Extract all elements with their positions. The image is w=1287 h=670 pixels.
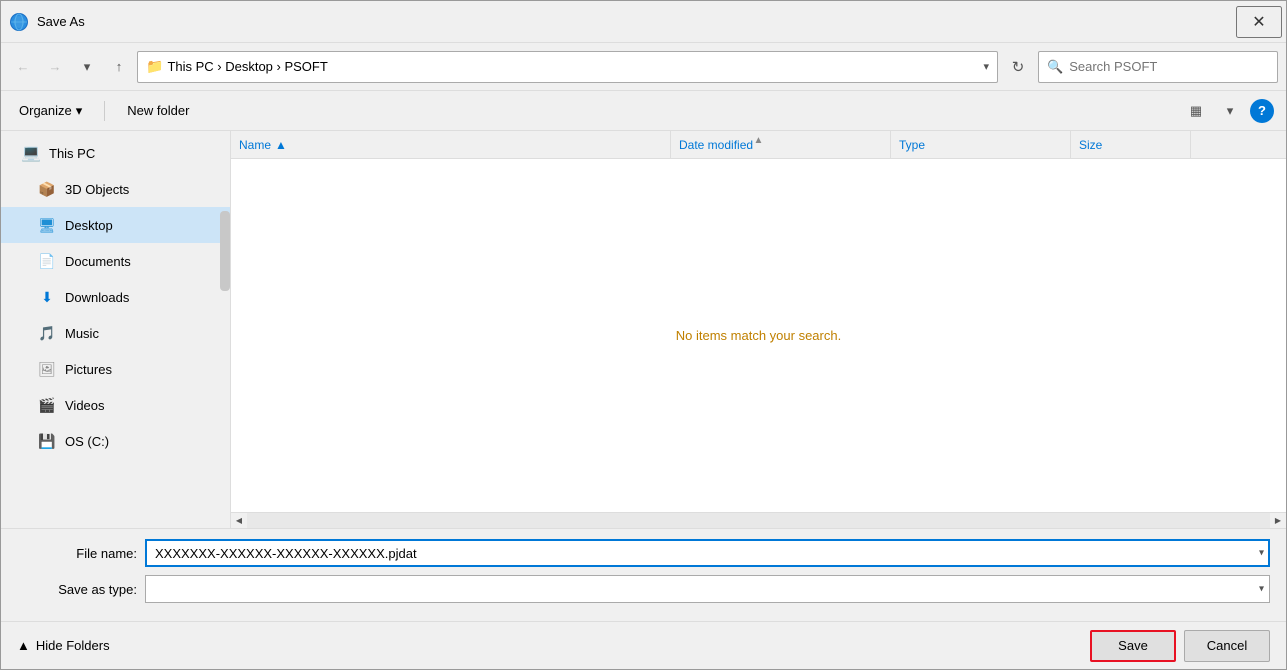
save-as-type-label: Save as type:	[17, 582, 137, 597]
toolbar: Organize ▾ New folder ▦ ▾ ?	[1, 91, 1286, 131]
file-name-container: ▾	[145, 539, 1270, 567]
sidebar-item-music[interactable]: 🎵 Music	[1, 315, 230, 351]
folder-icon: 📁	[146, 58, 163, 75]
horizontal-scrollbar[interactable]: ◀ ▶	[231, 512, 1286, 528]
scrollbar-track[interactable]	[247, 513, 1270, 528]
footer-buttons: Save Cancel	[1090, 630, 1270, 662]
footer: ▲ Hide Folders Save Cancel	[1, 621, 1286, 669]
file-name-input[interactable]	[145, 539, 1270, 567]
sidebar-item-this-pc[interactable]: 💻 This PC	[1, 135, 230, 171]
file-name-row: File name: ▾	[17, 539, 1270, 567]
col-date-label: Date modified	[679, 138, 753, 152]
address-bar[interactable]: 📁 This PC › Desktop › PSOFT ▾	[137, 51, 998, 83]
save-button[interactable]: Save	[1090, 630, 1176, 662]
empty-message: No items match your search.	[676, 328, 841, 343]
new-folder-button[interactable]: New folder	[121, 99, 195, 122]
view-chevron: ▾	[1227, 103, 1234, 119]
back-button[interactable]: ←	[9, 53, 37, 81]
search-input[interactable]	[1069, 59, 1269, 74]
dialog-title: Save As	[37, 14, 1236, 29]
sidebar-label-pictures: Pictures	[65, 362, 112, 377]
save-as-type-container: ▾	[145, 575, 1270, 603]
sidebar-label-this-pc: This PC	[49, 146, 95, 161]
up-button[interactable]: ↑	[105, 53, 133, 81]
bottom-section: File name: ▾ Save as type: ▾	[1, 528, 1286, 621]
sidebar-item-videos[interactable]: 🎬 Videos	[1, 387, 230, 423]
col-name-label: Name	[239, 138, 271, 152]
videos-icon: 🎬	[37, 395, 57, 415]
col-header-name[interactable]: Name ▲	[231, 131, 671, 158]
organize-label: Organize	[19, 103, 72, 118]
scrollbar-right-arrow[interactable]: ▶	[1270, 513, 1286, 529]
col-type-label: Type	[899, 138, 925, 152]
toolbar-separator	[104, 101, 105, 121]
address-path: This PC › Desktop › PSOFT	[167, 59, 979, 74]
view-chevron-button[interactable]: ▾	[1216, 97, 1244, 125]
3d-objects-icon: 📦	[37, 179, 57, 199]
hide-folders-button[interactable]: ▲ Hide Folders	[17, 638, 110, 653]
organize-button[interactable]: Organize ▾	[13, 99, 88, 123]
downloads-icon: ⬇	[37, 287, 57, 307]
sidebar-item-downloads[interactable]: ⬇ Downloads	[1, 279, 230, 315]
sidebar-item-pictures[interactable]: 🖼 Pictures	[1, 351, 230, 387]
search-icon: 🔍	[1047, 59, 1063, 75]
organize-chevron: ▾	[76, 103, 83, 119]
save-as-type-select[interactable]	[145, 575, 1270, 603]
os-c-icon: 💾	[37, 431, 57, 451]
file-list-header: ▲ Name ▲ Date modified Type Size	[231, 131, 1286, 159]
desktop-icon: 🖥	[37, 215, 57, 235]
sidebar-item-documents[interactable]: 📄 Documents	[1, 243, 230, 279]
scrollbar-left-arrow[interactable]: ◀	[231, 513, 247, 529]
view-icon: ▦	[1190, 103, 1202, 119]
forward-button[interactable]: →	[41, 53, 69, 81]
sidebar-item-desktop[interactable]: 🖥 Desktop	[1, 207, 230, 243]
close-button[interactable]: ✕	[1236, 6, 1282, 38]
sidebar-item-3d-objects[interactable]: 📦 3D Objects	[1, 171, 230, 207]
search-box[interactable]: 🔍	[1038, 51, 1278, 83]
dialog-icon	[9, 12, 29, 32]
col-header-type[interactable]: Type	[891, 131, 1071, 158]
cancel-button[interactable]: Cancel	[1184, 630, 1270, 662]
file-name-label: File name:	[17, 546, 137, 561]
main-content: 💻 This PC 📦 3D Objects 🖥 Desktop 📄 Docum…	[1, 131, 1286, 528]
save-as-type-row: Save as type: ▾	[17, 575, 1270, 603]
col-name-sort-icon: ▲	[275, 138, 287, 152]
view-button[interactable]: ▦	[1182, 97, 1210, 125]
col-size-label: Size	[1079, 138, 1102, 152]
sidebar-scrollbar[interactable]	[220, 211, 230, 291]
title-bar: Save As ✕	[1, 1, 1286, 43]
col-header-date[interactable]: Date modified	[671, 131, 891, 158]
this-pc-icon: 💻	[21, 143, 41, 163]
sidebar-label-music: Music	[65, 326, 99, 341]
nav-bar: ← → ▾ ↑ 📁 This PC › Desktop › PSOFT ▾ ↻ …	[1, 43, 1286, 91]
documents-icon: 📄	[37, 251, 57, 271]
new-folder-label: New folder	[127, 103, 189, 118]
sidebar-label-downloads: Downloads	[65, 290, 129, 305]
sidebar-label-os-c: OS (C:)	[65, 434, 109, 449]
address-chevron[interactable]: ▾	[983, 60, 989, 73]
save-as-dialog: Save As ✕ ← → ▾ ↑ 📁 This PC › Desktop › …	[0, 0, 1287, 670]
help-button[interactable]: ?	[1250, 99, 1274, 123]
hide-folders-icon: ▲	[17, 638, 30, 653]
sidebar-label-desktop: Desktop	[65, 218, 113, 233]
sidebar-label-videos: Videos	[65, 398, 105, 413]
toolbar-right: ▦ ▾ ?	[1182, 97, 1274, 125]
refresh-button[interactable]: ↻	[1002, 51, 1034, 83]
sidebar-label-3d-objects: 3D Objects	[65, 182, 129, 197]
sidebar-label-documents: Documents	[65, 254, 131, 269]
sidebar-item-os-c[interactable]: 💾 OS (C:)	[1, 423, 230, 459]
pictures-icon: 🖼	[37, 359, 57, 379]
scroll-indicator: ▲	[754, 135, 764, 146]
sidebar: 💻 This PC 📦 3D Objects 🖥 Desktop 📄 Docum…	[1, 131, 231, 528]
music-icon: 🎵	[37, 323, 57, 343]
hide-folders-label: Hide Folders	[36, 638, 110, 653]
file-list: ▲ Name ▲ Date modified Type Size No item…	[231, 131, 1286, 528]
col-header-size[interactable]: Size	[1071, 131, 1191, 158]
file-list-body: No items match your search.	[231, 159, 1286, 512]
dropdown-button[interactable]: ▾	[73, 53, 101, 81]
help-label: ?	[1258, 103, 1266, 118]
